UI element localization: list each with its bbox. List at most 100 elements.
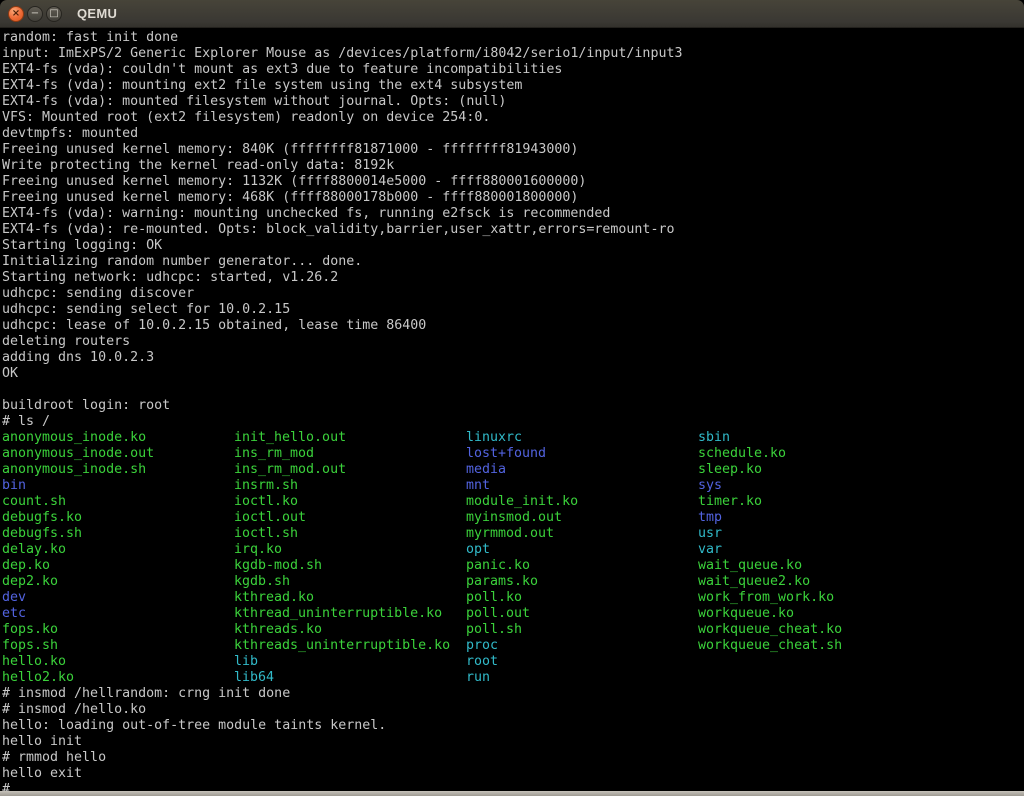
console-line: Initializing random number generator... … xyxy=(2,254,1024,270)
console-line: devtmpfs: mounted xyxy=(2,126,1024,142)
file-entry: lost+found xyxy=(466,446,698,462)
console-line: Starting network: udhcpc: started, v1.26… xyxy=(2,270,1024,286)
file-entry: anonymous_inode.sh xyxy=(2,462,234,478)
file-entry: debugfs.ko xyxy=(2,510,234,526)
console-text: VFS: Mounted root (ext2 filesystem) read… xyxy=(2,110,490,125)
ls-output-row: fops.shkthreads_uninterruptible.koprocwo… xyxy=(2,638,1024,654)
console-text: OK xyxy=(2,366,18,381)
file-entry: ioctl.ko xyxy=(234,494,466,510)
console-line: adding dns 10.0.2.3 xyxy=(2,350,1024,366)
console-text: udhcpc: sending select for 10.0.2.15 xyxy=(2,302,290,317)
file-entry: root xyxy=(466,654,698,670)
file-entry: kgdb.sh xyxy=(234,574,466,590)
console-text: hello init xyxy=(2,734,82,749)
ls-output-row: anonymous_inode.outins_rm_modlost+founds… xyxy=(2,446,1024,462)
file-entry: kgdb-mod.sh xyxy=(234,558,466,574)
ls-output-row: bininsrm.shmntsys xyxy=(2,478,1024,494)
file-entry: opt xyxy=(466,542,698,558)
console-line: # insmod /hellrandom: crng init done xyxy=(2,686,1024,702)
file-entry: sleep.ko xyxy=(698,462,930,478)
file-entry: mnt xyxy=(466,478,698,494)
console-line: # ls / xyxy=(2,414,1024,430)
console-text: devtmpfs: mounted xyxy=(2,126,138,141)
file-entry: anonymous_inode.out xyxy=(2,446,234,462)
console-text: Starting logging: OK xyxy=(2,238,162,253)
file-entry: dep2.ko xyxy=(2,574,234,590)
file-entry: kthread.ko xyxy=(234,590,466,606)
file-entry: lib64 xyxy=(234,670,466,686)
console-text: input: ImExPS/2 Generic Explorer Mouse a… xyxy=(2,46,682,61)
file-entry: proc xyxy=(466,638,698,654)
ls-output-row: anonymous_inode.shins_rm_mod.outmediasle… xyxy=(2,462,1024,478)
file-entry: insrm.sh xyxy=(234,478,466,494)
file-entry: params.ko xyxy=(466,574,698,590)
file-entry: media xyxy=(466,462,698,478)
file-entry: lib xyxy=(234,654,466,670)
console-line: udhcpc: lease of 10.0.2.15 obtained, lea… xyxy=(2,318,1024,334)
console-line: Freeing unused kernel memory: 840K (ffff… xyxy=(2,142,1024,158)
file-entry: debugfs.sh xyxy=(2,526,234,542)
console-text: Starting network: udhcpc: started, v1.26… xyxy=(2,270,338,285)
ls-output-row: delay.koirq.kooptvar xyxy=(2,542,1024,558)
console-text: buildroot login: root xyxy=(2,398,170,413)
file-entry: schedule.ko xyxy=(698,446,930,462)
console-line: EXT4-fs (vda): re-mounted. Opts: block_v… xyxy=(2,222,1024,238)
console-line: # insmod /hello.ko xyxy=(2,702,1024,718)
console-line: Write protecting the kernel read-only da… xyxy=(2,158,1024,174)
console-line: buildroot login: root xyxy=(2,398,1024,414)
console-line: random: fast init done xyxy=(2,30,1024,46)
file-entry: count.sh xyxy=(2,494,234,510)
console-text: Initializing random number generator... … xyxy=(2,254,362,269)
ls-output-row: hello.kolibroot xyxy=(2,654,1024,670)
console-text: Freeing unused kernel memory: 840K (ffff… xyxy=(2,142,578,157)
console-line: input: ImExPS/2 Generic Explorer Mouse a… xyxy=(2,46,1024,62)
file-entry: poll.ko xyxy=(466,590,698,606)
ls-output-row: devkthread.kopoll.kowork_from_work.ko xyxy=(2,590,1024,606)
ls-output-row: debugfs.shioctl.shmyrmmod.outusr xyxy=(2,526,1024,542)
file-entry: fops.sh xyxy=(2,638,234,654)
console-line: udhcpc: sending select for 10.0.2.15 xyxy=(2,302,1024,318)
ls-output-row: dep2.kokgdb.shparams.kowait_queue2.ko xyxy=(2,574,1024,590)
console-line: EXT4-fs (vda): mounted filesystem withou… xyxy=(2,94,1024,110)
file-entry: timer.ko xyxy=(698,494,930,510)
minimize-icon: − xyxy=(31,9,39,19)
close-icon: × xyxy=(12,9,20,19)
console-line: hello init xyxy=(2,734,1024,750)
file-entry: usr xyxy=(698,526,930,542)
terminal[interactable]: random: fast init doneinput: ImExPS/2 Ge… xyxy=(0,28,1024,796)
console-text: EXT4-fs (vda): mounting ext2 file system… xyxy=(2,78,522,93)
console-text: Freeing unused kernel memory: 468K (ffff… xyxy=(2,190,578,205)
file-entry: sbin xyxy=(698,430,930,446)
minimize-button[interactable]: − xyxy=(27,6,43,22)
file-entry: bin xyxy=(2,478,234,494)
console-line: # rmmod hello xyxy=(2,750,1024,766)
file-entry: workqueue_cheat.sh xyxy=(698,638,930,654)
console-text: Write protecting the kernel read-only da… xyxy=(2,158,394,173)
file-entry: poll.out xyxy=(466,606,698,622)
ls-output-row: dep.kokgdb-mod.shpanic.kowait_queue.ko xyxy=(2,558,1024,574)
file-entry: hello.ko xyxy=(2,654,234,670)
ls-output-row: count.shioctl.komodule_init.kotimer.ko xyxy=(2,494,1024,510)
console-text: # rmmod hello xyxy=(2,750,106,765)
file-entry: linuxrc xyxy=(466,430,698,446)
console-text: EXT4-fs (vda): couldn't mount as ext3 du… xyxy=(2,62,562,77)
console-line: udhcpc: sending discover xyxy=(2,286,1024,302)
file-entry: sys xyxy=(698,478,930,494)
file-entry: workqueue.ko xyxy=(698,606,930,622)
file-entry: etc xyxy=(2,606,234,622)
file-entry: ins_rm_mod.out xyxy=(234,462,466,478)
close-button[interactable]: × xyxy=(8,6,24,22)
maximize-button[interactable]: □ xyxy=(46,6,62,22)
file-entry: wait_queue2.ko xyxy=(698,574,930,590)
ls-output-row: fops.kokthreads.kopoll.shworkqueue_cheat… xyxy=(2,622,1024,638)
file-entry: workqueue_cheat.ko xyxy=(698,622,930,638)
console-line: OK xyxy=(2,366,1024,382)
console-text: random: fast init done xyxy=(2,30,178,45)
console-line: deleting routers xyxy=(2,334,1024,350)
ls-output-row: etckthread_uninterruptible.kopoll.outwor… xyxy=(2,606,1024,622)
ls-output-row: debugfs.koioctl.outmyinsmod.outtmp xyxy=(2,510,1024,526)
file-entry: anonymous_inode.ko xyxy=(2,430,234,446)
file-entry: init_hello.out xyxy=(234,430,466,446)
window-title: QEMU xyxy=(77,6,117,21)
console-text: udhcpc: lease of 10.0.2.15 obtained, lea… xyxy=(2,318,426,333)
